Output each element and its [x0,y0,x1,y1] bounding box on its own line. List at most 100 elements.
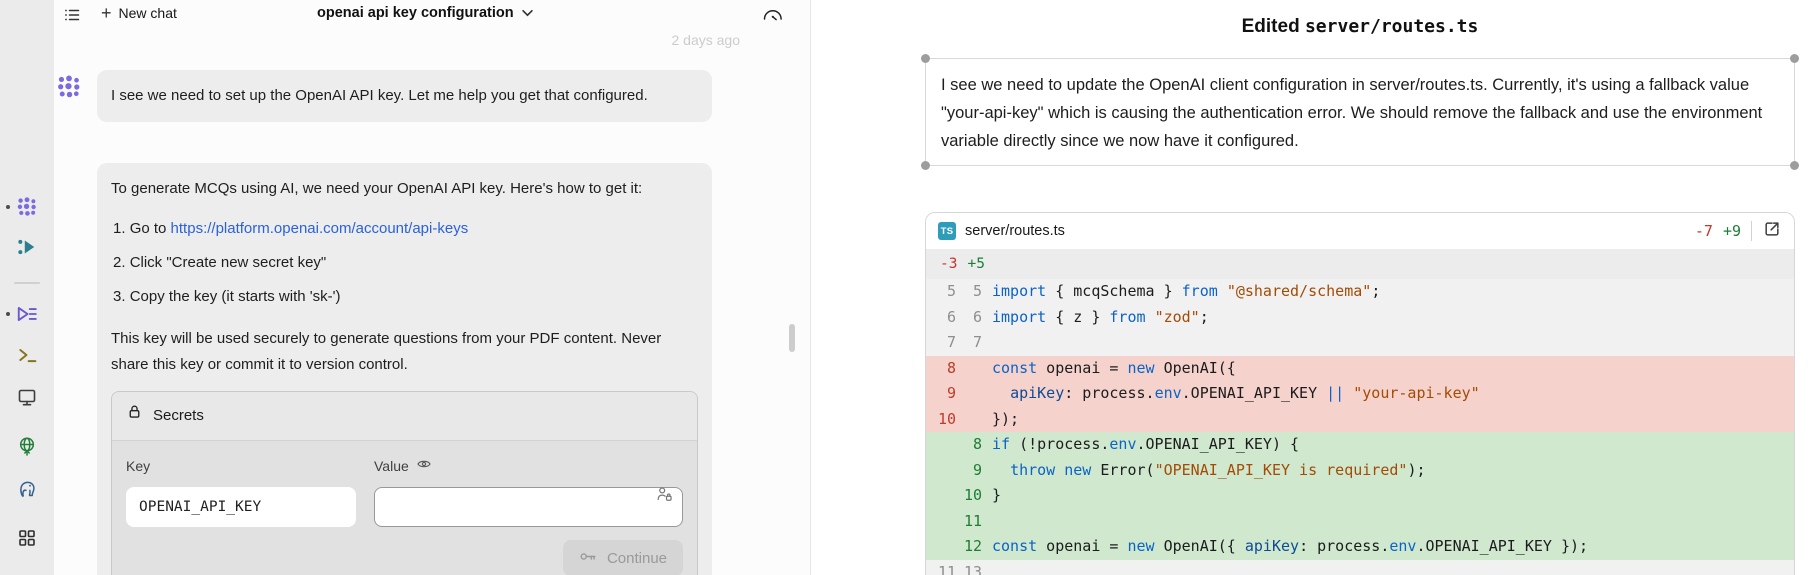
diff-rows: 55import { mcqSchema } from "@shared/sch… [926,279,1794,575]
deletions-count: -7 [1695,222,1713,240]
hunk-additions: +5 [967,256,984,272]
agent-chat-panel: + New chat openai api key configuration … [54,0,811,575]
diff-row: 9 apiKey: process.env.OPENAI_API_KEY || … [926,381,1794,407]
steps-list: 1. Go to https://platform.openai.com/acc… [111,215,698,310]
chat-scrollbar[interactable] [789,324,795,352]
secrets-header: Secrets [112,392,697,441]
handle-dot [1790,161,1799,170]
code-line: import { z } from "zod"; [992,305,1209,331]
secrets-widget: Secrets Key Value [111,391,698,575]
diff-filename: server/routes.ts [965,223,1065,239]
agent-active-dot [6,205,10,209]
new-line-number [956,407,982,433]
edit-title-prefix: Edited [1242,16,1300,37]
diff-row: 1113 [926,560,1794,575]
secret-value-input[interactable] [374,487,683,527]
new-line-number [956,356,982,382]
assistant-icon[interactable] [16,303,38,325]
all-tools-icon[interactable] [16,527,38,549]
diff-row: 10} [926,483,1794,509]
new-chat-button[interactable]: + New chat [101,4,177,22]
old-line-number: 10 [926,407,956,433]
new-line-number: 13 [956,560,982,575]
assistant-active-dot [6,312,10,316]
eye-icon[interactable] [416,453,432,479]
additions-count: +9 [1723,222,1741,240]
shell-icon[interactable] [16,344,38,366]
value-label: Value [374,453,683,479]
message-text: I see we need to set up the OpenAI API k… [111,83,688,109]
new-line-number: 10 [956,483,982,509]
edit-title-filename: server/routes.ts [1305,16,1478,37]
diff-row: 12 const openai = new OpenAI({ apiKey: pr… [926,534,1794,560]
old-line-number [926,534,956,560]
database-icon[interactable] [16,478,38,500]
secrets-footer: Continue [112,527,697,575]
security-note: This key will be used securely to genera… [111,326,698,378]
step-item: 2. Click "Create new secret key" [113,249,698,276]
deployments-icon[interactable] [16,435,38,457]
agent-message-2: To generate MCQs using AI, we need your … [97,163,712,575]
new-line-number: 11 [956,509,982,535]
api-keys-link[interactable]: https://platform.openai.com/account/api-… [171,220,469,237]
lock-icon [126,403,143,429]
edit-title: Edited server/routes.ts [925,16,1795,38]
diff-row: 8 const openai = new OpenAI({ [926,356,1794,382]
handle-dot [921,54,930,63]
chevron-down-icon [522,5,533,21]
handle-dot [921,161,930,170]
usage-gauge-icon[interactable] [760,4,785,26]
output-icon[interactable] [16,386,38,408]
code-line: const openai = new OpenAI({ apiKey: proc… [992,534,1588,560]
diff-row: 8if (!process.env.OPENAI_API_KEY) { [926,432,1794,458]
code-line: throw new Error("OPENAI_API_KEY is requi… [992,458,1426,484]
old-line-number [926,432,956,458]
chat-history-icon[interactable] [63,6,81,24]
message-intro: To generate MCQs using AI, we need your … [111,176,666,202]
activity-bar [0,0,55,575]
code-line: } [992,483,1001,509]
edit-summary-text: I see we need to update the OpenAI clien… [941,76,1762,150]
hunk-stats: -3 +5 [926,249,1794,279]
diff-file-header: TS server/routes.ts -7 +9 [926,213,1794,249]
secrets-form-row: Key Value [112,441,697,527]
old-line-number: 7 [926,330,956,356]
diff-card: TS server/routes.ts -7 +9 -3 +5 55import… [925,212,1795,575]
diff-row: 55import { mcqSchema } from "@shared/sch… [926,279,1794,305]
agent-icon[interactable] [16,196,38,218]
personal-key-icon [655,485,673,512]
chat-title-dropdown[interactable]: openai api key configuration [317,5,533,21]
new-line-number: 6 [956,305,982,331]
diff-row: 66 import { z } from "zod"; [926,305,1794,331]
diff-row: 9 throw new Error("OPENAI_API_KEY is req… [926,458,1794,484]
chat-title-label: openai api key configuration [317,5,514,21]
workflows-icon[interactable] [16,236,38,258]
agent-avatar [56,74,82,100]
key-icon [579,549,598,568]
hunk-deletions: -3 [940,256,957,272]
new-line-number: 12 [956,534,982,560]
plus-icon: + [101,4,112,22]
header-divider [1751,221,1752,241]
code-line: }); [992,407,1019,433]
open-file-icon[interactable] [1762,219,1782,243]
code-line: apiKey: process.env.OPENAI_API_KEY || "y… [992,381,1480,407]
old-line-number: 9 [926,381,956,407]
step-item: 3. Copy the key (it starts with 'sk-') [113,283,698,310]
old-line-number: 6 [926,305,956,331]
old-line-number: 5 [926,279,956,305]
new-chat-label: New chat [119,5,177,21]
handle-dot [1790,54,1799,63]
step-item: 1. Go to https://platform.openai.com/acc… [113,215,698,242]
old-line-number: 8 [926,356,956,382]
code-line: const openai = new OpenAI({ [992,356,1236,382]
replit-workspace: + New chat openai api key configuration … [0,0,1809,575]
secret-key-input[interactable] [126,487,356,527]
old-line-number [926,458,956,484]
key-label: Key [126,453,356,479]
new-line-number: 7 [956,330,982,356]
new-line-number [956,381,982,407]
old-line-number: 11 [926,560,956,575]
code-line: import { mcqSchema } from "@shared/schem… [992,279,1380,305]
continue-button[interactable]: Continue [563,540,683,575]
